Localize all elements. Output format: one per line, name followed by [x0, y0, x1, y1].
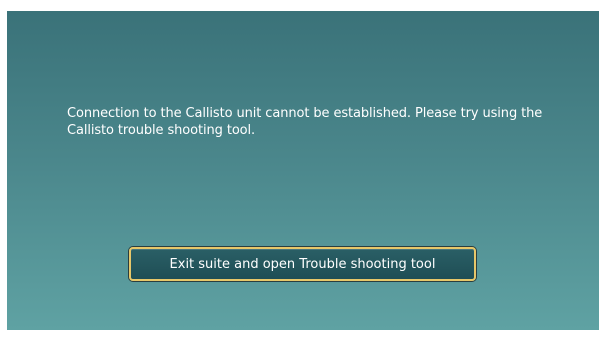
error-dialog-panel: Connection to the Callisto unit cannot b…	[7, 11, 599, 330]
error-message: Connection to the Callisto unit cannot b…	[67, 106, 543, 138]
open-troubleshooting-tool-button[interactable]: Exit suite and open Trouble shooting too…	[129, 247, 476, 281]
